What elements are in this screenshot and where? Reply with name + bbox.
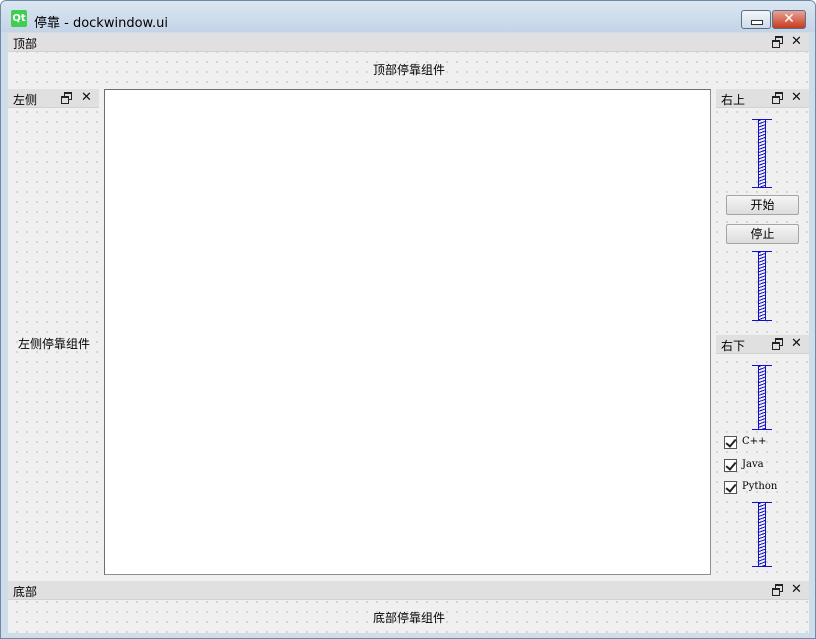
- checkbox-checked-icon[interactable]: [724, 459, 737, 472]
- dock-close-icon[interactable]: ✕: [81, 89, 92, 107]
- float-icon[interactable]: [772, 92, 783, 104]
- float-icon[interactable]: [772, 584, 783, 596]
- float-icon[interactable]: [772, 338, 783, 350]
- stop-button[interactable]: 停止: [726, 224, 799, 244]
- dock-close-icon[interactable]: ✕: [791, 89, 802, 107]
- right-bottom-dock-titlebar[interactable]: 右下 ✕: [716, 335, 809, 354]
- main-window: Qt 停靠 - dockwindow.ui ✕ 顶部 ✕ 顶部停靠组件 左侧 ✕…: [0, 0, 816, 639]
- qt-logo-icon: Qt: [11, 10, 27, 27]
- checkbox-label: Python: [742, 481, 778, 492]
- float-icon[interactable]: [61, 92, 72, 104]
- dock-close-icon[interactable]: ✕: [791, 581, 802, 599]
- central-widget[interactable]: [104, 89, 711, 575]
- top-dock-title: 顶部: [13, 37, 38, 51]
- left-dock-titlebar[interactable]: 左侧 ✕: [8, 89, 99, 108]
- vertical-spacer: [752, 251, 772, 321]
- dock-close-icon[interactable]: ✕: [791, 33, 802, 51]
- close-button[interactable]: ✕: [772, 10, 806, 29]
- bottom-dock-label: 底部停靠组件: [373, 611, 446, 625]
- window-title: 停靠 - dockwindow.ui: [34, 16, 168, 31]
- left-dock-label: 左侧停靠组件: [18, 337, 91, 351]
- dock-close-icon[interactable]: ✕: [791, 335, 802, 353]
- float-icon[interactable]: [772, 36, 783, 48]
- vertical-spacer: [752, 365, 772, 430]
- vertical-spacer: [752, 119, 772, 188]
- top-dock-label: 顶部停靠组件: [373, 63, 446, 77]
- top-dock-titlebar[interactable]: 顶部 ✕: [8, 33, 809, 52]
- bottom-dock-title: 底部: [13, 585, 38, 599]
- close-icon: ✕: [783, 11, 795, 27]
- right-top-dock-title: 右上: [721, 93, 746, 107]
- start-button[interactable]: 开始: [726, 195, 799, 215]
- main-client-area: 顶部 ✕ 顶部停靠组件 左侧 ✕ 左侧停靠组件 右上 ✕ 开始 停止 右下 ✕ …: [8, 33, 809, 633]
- right-top-dock-titlebar[interactable]: 右上 ✕: [716, 89, 809, 108]
- title-bar[interactable]: Qt 停靠 - dockwindow.ui ✕: [1, 1, 815, 32]
- checkbox-checked-icon[interactable]: [724, 481, 737, 494]
- left-dock-title: 左侧: [13, 93, 38, 107]
- checkbox-checked-icon[interactable]: [724, 436, 737, 449]
- bottom-dock-titlebar[interactable]: 底部 ✕: [8, 581, 809, 600]
- checkbox-label: Java: [742, 459, 764, 470]
- minimize-button[interactable]: [741, 10, 771, 29]
- checkbox-label: C++: [742, 436, 767, 447]
- vertical-spacer: [752, 502, 772, 567]
- right-bottom-dock-title: 右下: [721, 339, 746, 353]
